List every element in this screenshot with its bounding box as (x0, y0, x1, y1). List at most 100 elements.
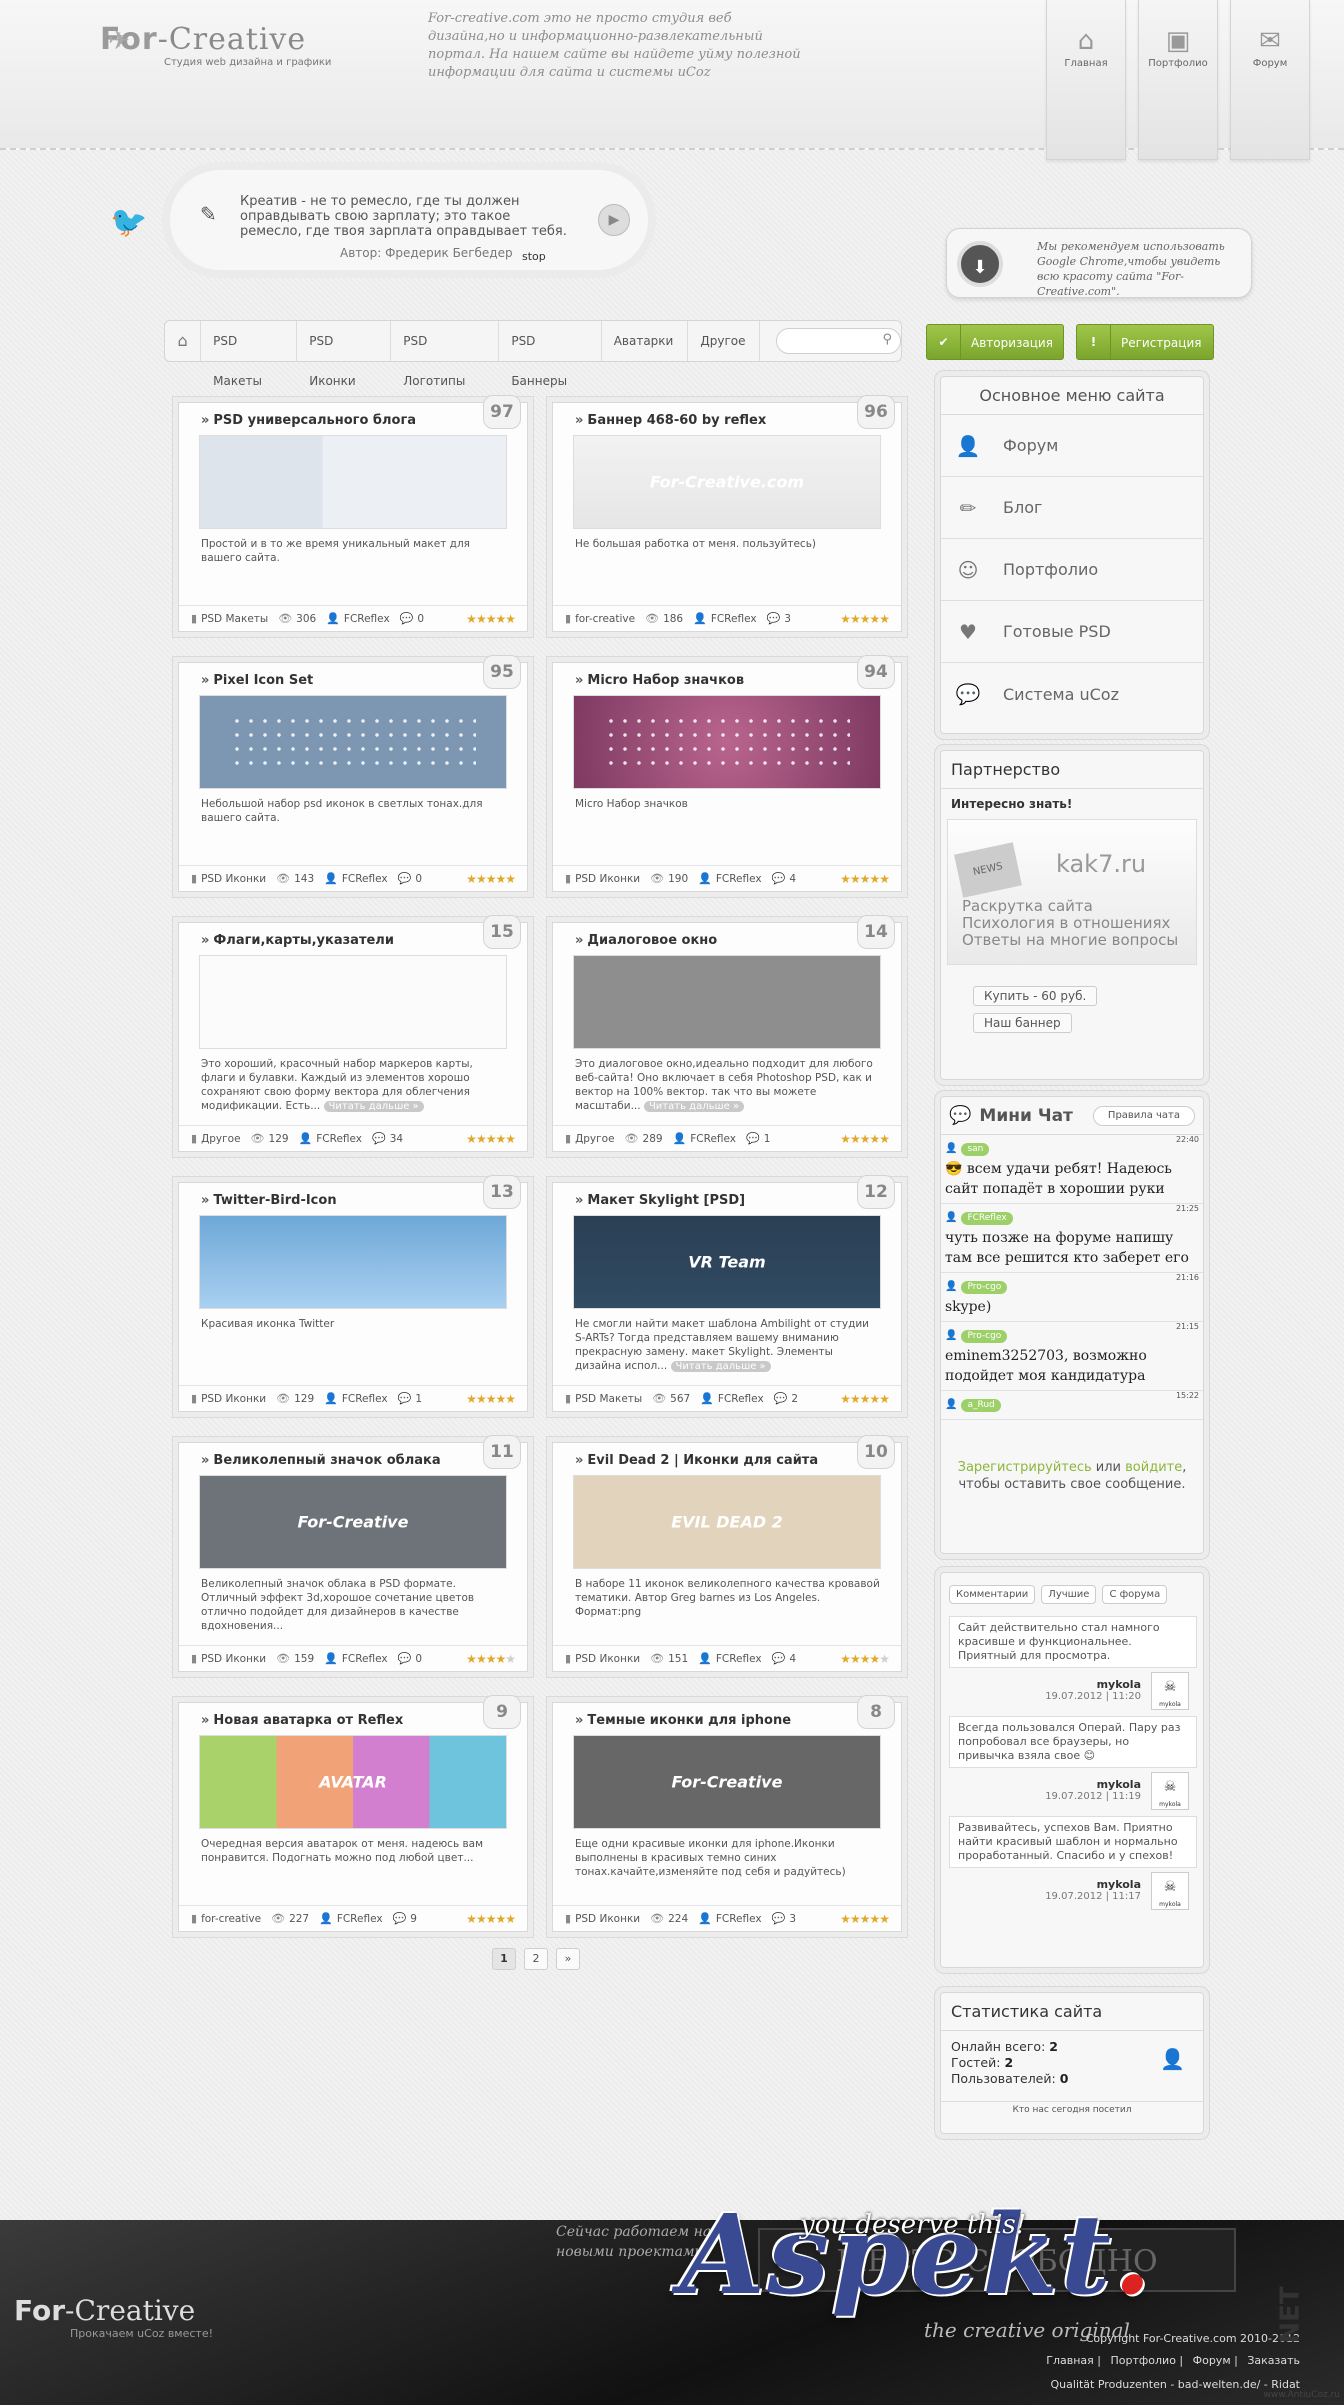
post-comments[interactable]: 💬 2 (774, 1392, 798, 1405)
post-thumbnail[interactable] (199, 695, 507, 789)
post-title[interactable]: » PSD универсального блога (201, 413, 416, 428)
star-icon[interactable]: ★ (466, 1392, 477, 1406)
page-next[interactable]: » (556, 1948, 580, 1970)
post-category[interactable]: ▮ PSD Иконки (191, 872, 266, 885)
star-icon[interactable]: ★ (486, 1652, 497, 1666)
post-thumbnail[interactable] (573, 695, 881, 789)
post-author[interactable]: 👤 FCReflex (693, 612, 756, 625)
star-icon[interactable]: ★ (869, 1392, 880, 1406)
post-author[interactable]: 👤 FCReflex (698, 1652, 761, 1665)
search-icon[interactable]: ⚲ (882, 332, 892, 347)
star-icon[interactable]: ★ (505, 1912, 516, 1926)
login-button[interactable]: ✔ Авторизация (926, 324, 1064, 360)
post-author[interactable]: 👤 FCReflex (299, 1132, 362, 1145)
rating-stars[interactable]: ★★★★★ (840, 612, 890, 626)
avatar[interactable]: ☠ mykola (1151, 1772, 1189, 1810)
star-icon[interactable]: ★ (486, 1912, 497, 1926)
post-comments[interactable]: 💬 0 (398, 872, 422, 885)
star-icon[interactable]: ★ (495, 1392, 506, 1406)
quote-stop-link[interactable]: stop (522, 250, 546, 263)
page-2[interactable]: 2 (524, 1948, 548, 1970)
post-thumbnail[interactable]: EVIL DEAD 2 (573, 1475, 881, 1569)
post-title[interactable]: » Pixel Icon Set (201, 673, 313, 688)
star-icon[interactable]: ★ (860, 872, 871, 886)
twitter-bird-icon[interactable]: 🐦 (110, 205, 147, 240)
star-icon[interactable]: ★ (495, 612, 506, 626)
star-icon[interactable]: ★ (486, 1392, 497, 1406)
star-icon[interactable]: ★ (505, 1392, 516, 1406)
chat-user[interactable]: FCReflex (961, 1212, 1013, 1225)
post-category[interactable]: ▮ PSD Иконки (565, 1652, 640, 1665)
post-thumbnail[interactable]: VR Team (573, 1215, 881, 1309)
star-icon[interactable]: ★ (869, 1912, 880, 1926)
rating-stars[interactable]: ★★★★★ (840, 1392, 890, 1406)
star-icon[interactable]: ★ (476, 1392, 487, 1406)
star-icon[interactable]: ★ (869, 1132, 880, 1146)
star-icon[interactable]: ★ (505, 1652, 516, 1666)
search-input[interactable]: ⚲ (776, 328, 901, 354)
star-icon[interactable]: ★ (495, 1652, 506, 1666)
post-category[interactable]: ▮ PSD Иконки (565, 872, 640, 885)
avatar[interactable]: ☠ mykola (1151, 1872, 1189, 1910)
read-more-link[interactable]: Читать дальше » (643, 1101, 745, 1112)
rating-stars[interactable]: ★★★★★ (466, 1912, 516, 1926)
post-thumbnail[interactable]: For-Creative.com (573, 435, 881, 529)
footer-link-forum[interactable]: Форум | (1193, 2354, 1238, 2367)
star-icon[interactable]: ★ (840, 1652, 851, 1666)
rating-stars[interactable]: ★★★★★ (466, 872, 516, 886)
star-icon[interactable]: ★ (860, 1652, 871, 1666)
star-icon[interactable]: ★ (486, 612, 497, 626)
star-icon[interactable]: ★ (505, 872, 516, 886)
post-category[interactable]: ▮ Другое (565, 1132, 615, 1145)
post-category[interactable]: ▮ PSD Иконки (565, 1912, 640, 1925)
rating-stars[interactable]: ★★★★★ (466, 1392, 516, 1406)
post-card[interactable]: 97 » PSD универсального блога Простой и в… (178, 395, 528, 632)
rating-stars[interactable]: ★★★★★ (840, 872, 890, 886)
post-thumbnail[interactable]: For-Creative (199, 1475, 507, 1569)
post-comments[interactable]: 💬 3 (767, 612, 791, 625)
avatar[interactable]: ☠ mykola (1151, 1672, 1189, 1710)
post-title[interactable]: » Micro Набор значков (575, 673, 744, 688)
star-icon[interactable]: ★ (505, 612, 516, 626)
post-author[interactable]: 👤 FCReflex (319, 1912, 382, 1925)
stats-who-link[interactable]: Кто нас сегодня посетил (941, 2101, 1203, 2118)
post-category[interactable]: ▮ PSD Макеты (191, 612, 268, 625)
footer-logo[interactable]: For-Creative Прокачаем uCoz вместе! (14, 2294, 213, 2340)
post-author[interactable]: 👤 FCReflex (700, 1392, 763, 1405)
post-card[interactable]: 94 » Micro Набор значков Micro Набор знач… (552, 655, 902, 892)
read-more-link[interactable]: Читать дальше » (323, 1101, 424, 1112)
page-1[interactable]: 1 (492, 1948, 516, 1970)
post-card[interactable]: 95 » Pixel Icon Set Небольшой набор psd и… (178, 655, 528, 892)
post-author[interactable]: 👤 FCReflex (673, 1132, 736, 1145)
download-icon[interactable]: ⬇ (957, 241, 1003, 287)
post-thumbnail[interactable] (199, 435, 507, 529)
post-category[interactable]: ▮ for-creative (565, 612, 635, 625)
star-icon[interactable]: ★ (869, 1652, 880, 1666)
post-card[interactable]: 15 » Флаги,карты,указатели Это хороший, к… (178, 915, 528, 1152)
footer-link-home[interactable]: Главная | (1046, 2354, 1101, 2367)
post-title[interactable]: » Диалоговое окно (575, 933, 717, 948)
chat-user[interactable]: san (961, 1143, 990, 1156)
star-icon[interactable]: ★ (466, 1912, 477, 1926)
menu-item-blog[interactable]: ✏ Блог (941, 477, 1203, 539)
partner-banner[interactable]: NEWS kak7.ru Раскрутка сайта Психология … (947, 819, 1197, 965)
star-icon[interactable]: ★ (850, 1132, 861, 1146)
star-icon[interactable]: ★ (466, 1132, 477, 1146)
post-category[interactable]: ▮ PSD Иконки (191, 1652, 266, 1665)
post-title[interactable]: » Баннер 468-60 by reflex (575, 413, 766, 428)
rating-stars[interactable]: ★★★★★ (466, 612, 516, 626)
post-card[interactable]: 12 » Макет Skylight [PSD] VR Team Не смог… (552, 1175, 902, 1412)
rating-stars[interactable]: ★★★★★ (840, 1652, 890, 1666)
post-comments[interactable]: 💬 0 (400, 612, 424, 625)
post-title[interactable]: » Новая аватарка от Reflex (201, 1713, 403, 1728)
tab-forum[interactable]: С форума (1102, 1585, 1168, 1604)
star-icon[interactable]: ★ (466, 612, 477, 626)
comment-user[interactable]: mykola (949, 1678, 1141, 1691)
chat-register-link[interactable]: Зарегистрируйтесь (958, 1460, 1092, 1475)
post-comments[interactable]: 💬 1 (746, 1132, 770, 1145)
menu-item-ready-psd[interactable]: ♥ Готовые PSD (941, 601, 1203, 663)
post-title[interactable]: » Twitter-Bird-Icon (201, 1193, 337, 1208)
star-icon[interactable]: ★ (476, 872, 487, 886)
post-card[interactable]: 96 » Баннер 468-60 by reflex For-Creative… (552, 395, 902, 632)
post-thumbnail[interactable]: For-Creative (573, 1735, 881, 1829)
